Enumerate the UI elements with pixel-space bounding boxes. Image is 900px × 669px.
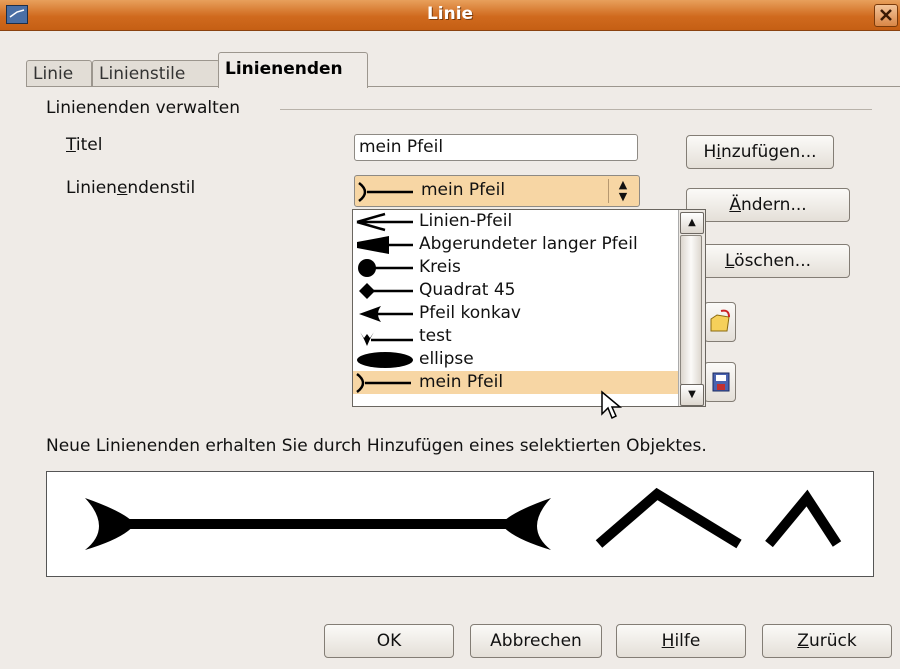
concave-arrow-icon (359, 306, 413, 322)
list-item[interactable]: Quadrat 45 (353, 279, 679, 302)
custom-arrow-icon (358, 182, 413, 202)
style-label: Linienendenstil (66, 178, 196, 198)
close-icon (880, 9, 892, 21)
spin-arrows-icon: ▲ ▼ (608, 179, 637, 203)
list-scrollbar[interactable]: ▲ ▼ (678, 210, 705, 406)
back-button[interactable]: Zurück (762, 624, 892, 658)
tab-linie[interactable]: Linie (26, 60, 92, 87)
tab-linienenden[interactable]: Linienenden (218, 52, 368, 88)
cancel-button[interactable]: Abbrechen (470, 624, 602, 658)
line-end-preview (46, 471, 874, 577)
close-button[interactable] (874, 4, 898, 27)
list-item[interactable]: Abgerundeter langer Pfeil (353, 233, 679, 256)
test-end-icon (358, 329, 413, 346)
tab-linienstile[interactable]: Linienstile (92, 60, 220, 87)
preview-drawing (85, 487, 842, 550)
title-input[interactable]: mein Pfeil (354, 134, 638, 161)
line-end-style-select[interactable]: mein Pfeil ▲ ▼ (354, 175, 640, 207)
rounded-long-arrow-icon (357, 236, 413, 254)
load-button[interactable] (704, 302, 736, 342)
delete-button[interactable]: Löschen... (686, 244, 850, 278)
open-folder-icon (710, 309, 730, 332)
add-button[interactable]: Hinzufügen... (686, 135, 834, 169)
selected-value: mein Pfeil (421, 180, 506, 200)
title-bar: Linie (0, 0, 900, 31)
list-item[interactable]: Kreis (353, 256, 679, 279)
line-arrow-icon (356, 212, 413, 232)
tab-panel-border (26, 86, 900, 87)
hint-text: Neue Linienenden erhalten Sie durch Hinz… (46, 436, 707, 456)
mouse-cursor-icon (601, 390, 623, 420)
title-label: Titel (66, 135, 103, 155)
ellipse-end-icon (357, 352, 413, 368)
scroll-up-icon[interactable]: ▲ (680, 212, 704, 234)
line-end-dropdown-list: Linien-Pfeil Abgerundeter langer Pfeil K… (352, 209, 706, 407)
scroll-thumb[interactable] (680, 235, 702, 385)
section-heading: Linienenden verwalten (46, 98, 241, 118)
diamond-end-icon (359, 283, 413, 299)
list-item[interactable]: Linien-Pfeil (353, 210, 679, 233)
list-item[interactable]: ellipse (353, 348, 679, 371)
help-button[interactable]: Hilfe (616, 624, 746, 658)
window-title: Linie (426, 4, 474, 24)
list-item[interactable]: test (353, 325, 679, 348)
list-item-selected[interactable]: mein Pfeil (353, 371, 679, 394)
custom-arrow-icon (356, 373, 411, 393)
modify-button[interactable]: Ändern... (686, 188, 850, 222)
list-item[interactable]: Pfeil konkav (353, 302, 679, 325)
ok-button[interactable]: OK (324, 624, 454, 658)
save-icon (712, 372, 730, 392)
save-button[interactable] (704, 362, 736, 402)
scroll-down-icon[interactable]: ▼ (680, 384, 704, 406)
section-divider (280, 109, 872, 110)
circle-end-icon (358, 259, 413, 277)
